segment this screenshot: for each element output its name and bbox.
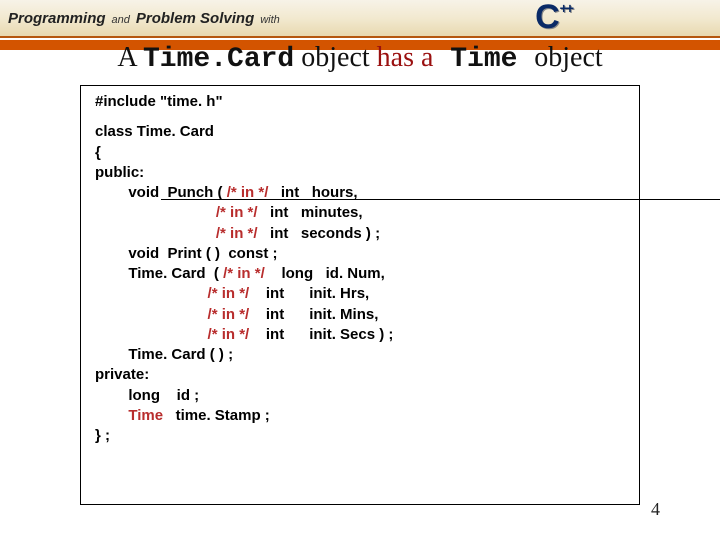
code-l13: private: [95,366,149,383]
code-l11b: int init. Secs ) ; [249,326,393,343]
code-l9b: int init. Hrs, [249,285,369,302]
title-time: Time [433,44,534,75]
code-l15b: time. Stamp ; [163,407,270,424]
code-box: #include "time. h" class Time. Card { pu… [80,85,640,505]
code-l8c: /* in */ [223,265,265,282]
brand-header: Programming and Problem Solving with C++ [0,0,720,38]
code-l8a: Time. Card ( [95,265,223,282]
code-l16: } ; [95,427,110,444]
code-l5a [95,204,216,221]
brand-programming: Programming [8,10,106,27]
code-l11c: /* in */ [208,326,250,343]
brand-text: Programming and Problem Solving with [8,10,280,27]
cpp-logo: C++ [535,0,570,37]
code-l9a [95,285,208,302]
brand-problem: Problem Solving [136,10,254,27]
code-include: #include "time. h" [95,92,625,112]
code-l14: long id ; [95,387,199,404]
code-l9c: /* in */ [208,285,250,302]
cpp-pp: ++ [560,0,572,16]
code-l5b: int minutes, [258,204,363,221]
code-l2: { [95,144,101,161]
code-l15t: Time [128,407,163,424]
code-l12: Time. Card ( ) ; [95,346,233,363]
title-obj1: object [294,42,376,73]
title-hasa: has a [377,42,434,73]
code-l6b: int seconds ) ; [258,225,381,242]
code-l3: public: [95,164,144,181]
code-l5c: /* in */ [216,204,258,221]
code-divider [161,199,720,200]
page-number: 4 [651,499,660,520]
title-obj2: object [534,42,602,73]
code-l1: class Time. Card [95,123,214,140]
code-l10c: /* in */ [208,306,250,323]
slide-title: A Time.Card object has a Time object [0,42,720,75]
code-l10b: int init. Mins, [249,306,378,323]
code-l7: void Print ( ) const ; [95,245,278,262]
code-l6c: /* in */ [216,225,258,242]
code-body: class Time. Card { public: void Punch ( … [95,122,625,446]
cpp-c: C [535,0,558,36]
code-l11a [95,326,208,343]
brand-and: and [112,14,130,26]
code-l8b: long id. Num, [265,265,385,282]
title-timecard: Time.Card [143,44,294,75]
brand-with: with [260,14,280,26]
code-l10a [95,306,208,323]
code-l6a [95,225,216,242]
title-a: A [117,42,143,73]
code-l15a [95,407,128,424]
